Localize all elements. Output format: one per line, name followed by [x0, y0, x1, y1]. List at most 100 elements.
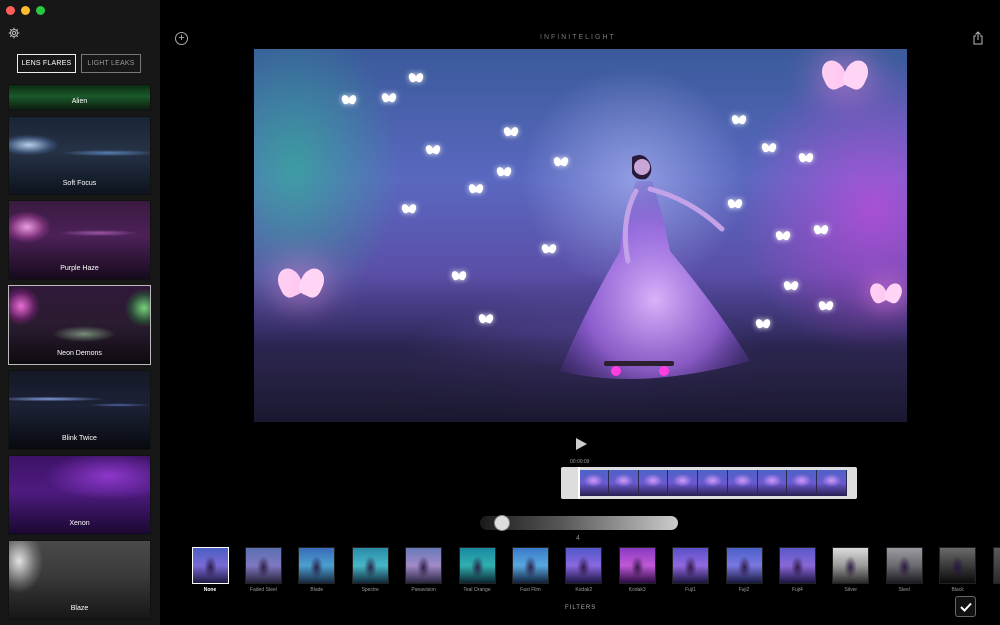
butterfly-glow — [728, 199, 742, 209]
timeline-playhead[interactable] — [578, 467, 580, 499]
close-window-button[interactable] — [6, 6, 15, 15]
filter-blade[interactable]: Blade — [295, 547, 339, 593]
checkmark-icon — [959, 602, 972, 612]
filter-thumbnail — [511, 547, 549, 584]
filter-label: Faded Steel — [249, 587, 277, 593]
filter-thumbnail — [618, 547, 656, 584]
filter-thumbnail — [939, 547, 977, 584]
butterfly-glow — [776, 231, 790, 241]
timeline-frame — [608, 470, 639, 496]
preset-alien[interactable]: Alien — [8, 84, 151, 111]
filter-thumbnail — [458, 547, 496, 584]
butterfly-glow — [342, 95, 356, 105]
preset-label: Blink Twice — [62, 435, 97, 442]
filter-label: Silver — [844, 587, 858, 593]
filter-thumbnail — [672, 547, 710, 584]
preset-label: Soft Focus — [62, 180, 97, 187]
filter-overflow-thumbnail[interactable] — [989, 547, 1000, 584]
play-icon[interactable] — [574, 437, 588, 451]
filter-strip: None Faded Steel Blade Spectre Panavision Tea… — [188, 547, 1000, 597]
filter-fuji1[interactable]: Fuji1 — [669, 547, 713, 593]
timeline-frame — [579, 470, 609, 496]
butterfly-pink — [279, 268, 324, 300]
filter-thumbnail — [405, 547, 443, 584]
butterfly-glow — [452, 271, 466, 281]
butterfly-glow — [814, 225, 828, 235]
butterfly-glow — [762, 143, 776, 153]
filter-thumbnail — [778, 547, 816, 584]
butterfly-glow — [469, 184, 483, 194]
minimize-window-button[interactable] — [21, 6, 30, 15]
filter-steel[interactable]: Steel — [882, 547, 926, 593]
timeline-frame — [787, 470, 818, 496]
filters-title: FILTERS — [565, 605, 597, 611]
filter-faded-steel[interactable]: Faded Steel — [241, 547, 285, 593]
filter-label: None — [203, 587, 217, 593]
filter-thumbnail — [832, 547, 870, 584]
filter-kodak3[interactable]: Kodak3 — [615, 547, 659, 593]
preset-blaze[interactable]: Blaze — [8, 540, 151, 620]
filter-teal-orange[interactable]: Teal Orange — [455, 547, 499, 593]
butterfly-glow — [554, 157, 568, 167]
filter-label: Kodak2 — [575, 587, 593, 593]
filter-label: Spectre — [361, 587, 379, 593]
timeline-frame — [817, 470, 847, 496]
filter-none[interactable]: None — [188, 547, 232, 593]
gear-icon[interactable] — [8, 27, 20, 39]
share-icon[interactable] — [972, 31, 984, 45]
filter-thumbnail — [191, 547, 229, 584]
preset-neon-demons[interactable]: Neon Demons — [8, 285, 151, 365]
timeline-frame — [757, 470, 788, 496]
preset-label: Blaze — [70, 605, 89, 612]
preset-purple-haze[interactable]: Purple Haze — [8, 200, 151, 280]
butterfly-glow — [784, 281, 798, 291]
filter-kodak2[interactable]: Kodak2 — [562, 547, 606, 593]
butterfly-glow — [497, 167, 511, 177]
butterfly-glow — [382, 93, 396, 103]
filter-thumbnail — [725, 547, 763, 584]
preset-label: Purple Haze — [60, 265, 99, 272]
preset-xenon[interactable]: Xenon — [8, 455, 151, 535]
filter-fuji2[interactable]: Fuji2 — [722, 547, 766, 593]
zoom-window-button[interactable] — [36, 6, 45, 15]
butterfly-glow — [542, 244, 556, 254]
preset-soft-focus[interactable]: Soft Focus — [8, 116, 151, 195]
timecode: 00:00:09 — [570, 459, 590, 465]
filter-silver[interactable]: Silver — [829, 547, 873, 593]
butterfly-glow — [819, 301, 833, 311]
filter-label: Panavision — [411, 587, 436, 593]
timeline-frame — [727, 470, 758, 496]
intensity-value: 4 — [576, 535, 580, 542]
window-controls — [6, 6, 45, 15]
filter-label: Fast Film — [520, 587, 541, 593]
butterfly-pink — [823, 60, 868, 92]
preview-canvas[interactable] — [254, 49, 907, 422]
butterfly-glow — [756, 319, 770, 329]
app-brand: INFINITELIGHT — [540, 34, 616, 41]
preset-blink-twice[interactable]: Blink Twice — [8, 370, 151, 450]
main-area: + INFINITELIGHT 00:00:09 4 None Faded St… — [160, 0, 1000, 625]
filter-black[interactable]: Black — [936, 547, 980, 593]
filter-thumbnail — [565, 547, 603, 584]
filter-label: Fuji1 — [685, 587, 697, 593]
timeline-frame — [668, 470, 699, 496]
filter-label: Kodak3 — [628, 587, 646, 593]
filter-thumbnail — [244, 547, 282, 584]
timeline-frame — [638, 470, 669, 496]
intensity-slider[interactable] — [480, 515, 678, 531]
preset-label: Alien — [71, 98, 88, 105]
butterfly-glow — [732, 115, 746, 125]
filter-fuji4[interactable]: Fuji4 — [775, 547, 819, 593]
butterfly-glow — [799, 153, 813, 163]
confirm-button[interactable] — [955, 596, 976, 617]
filter-spectre[interactable]: Spectre — [348, 547, 392, 593]
filter-panavision[interactable]: Panavision — [402, 547, 446, 593]
slider-knob[interactable] — [494, 515, 510, 531]
timeline-scrubber[interactable] — [561, 467, 857, 499]
add-media-button[interactable]: + — [175, 32, 188, 45]
filter-fast-film[interactable]: Fast Film — [508, 547, 552, 593]
tab-light-leaks[interactable]: LIGHT LEAKS — [81, 54, 141, 73]
filter-label: Black — [951, 587, 964, 593]
tab-lens-flares[interactable]: LENS FLARES — [17, 54, 76, 73]
filter-label: Fuji2 — [738, 587, 750, 593]
